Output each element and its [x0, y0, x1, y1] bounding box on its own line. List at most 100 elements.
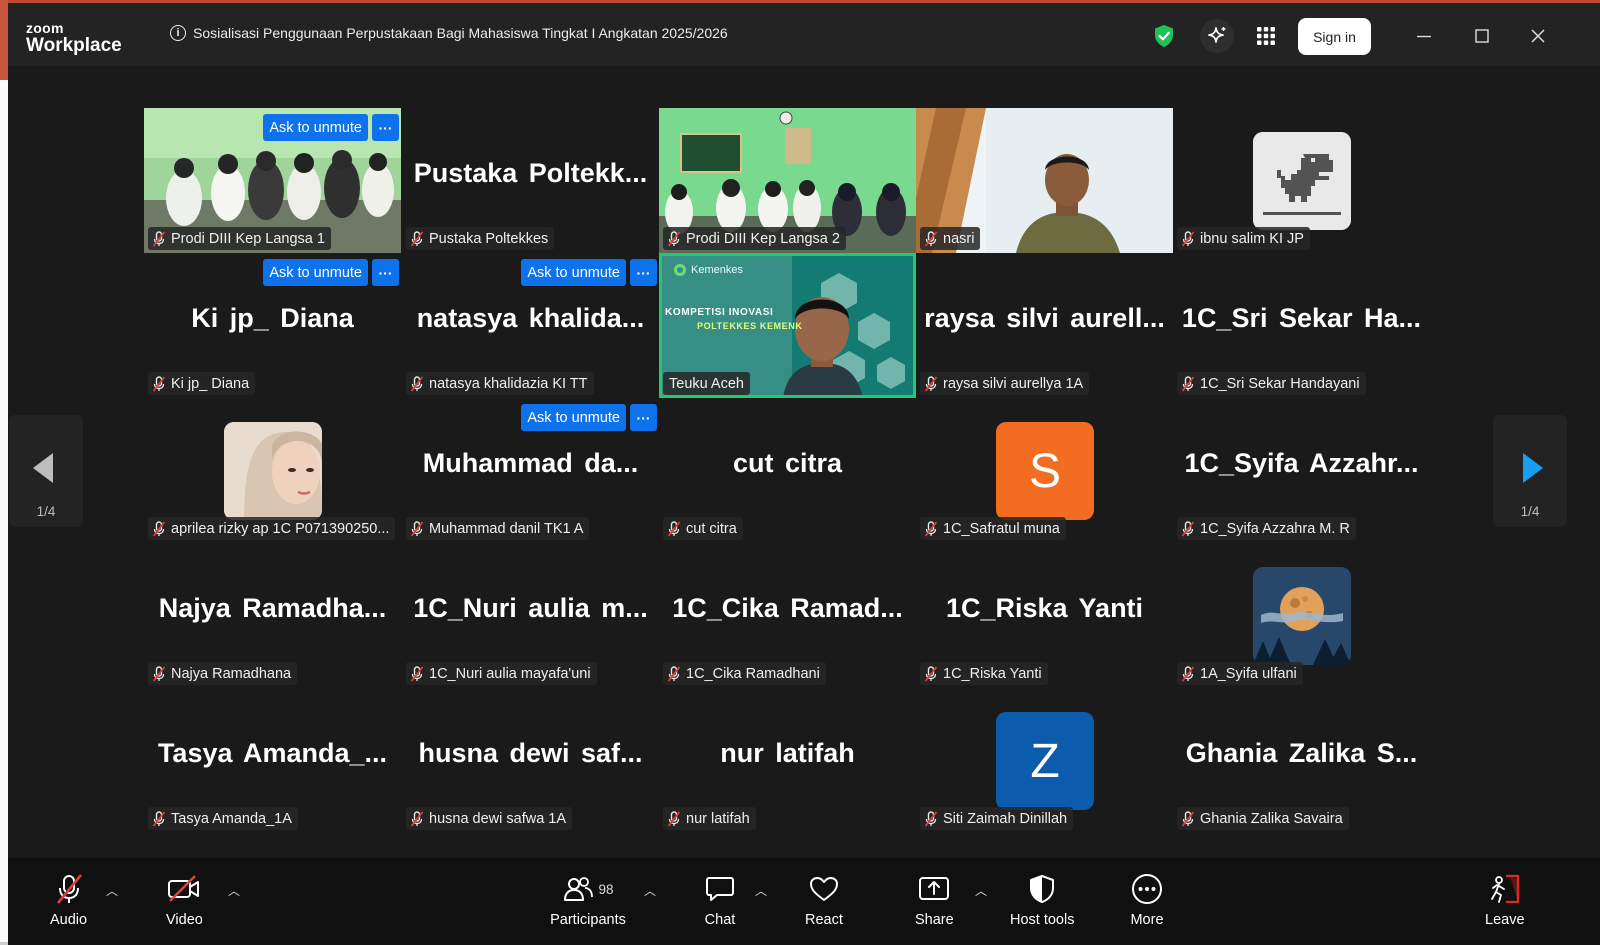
- participant-tile[interactable]: natasya khalida... Ask to unmute ··· nat…: [402, 253, 659, 398]
- participant-name: 1C_Safratul muna: [943, 520, 1060, 537]
- participant-tile[interactable]: Pustaka Poltekk... Pustaka Poltekkes: [402, 108, 659, 253]
- video-options-chevron-up-icon[interactable]: ︿: [228, 882, 240, 899]
- audio-button[interactable]: Audio: [50, 872, 87, 928]
- participant-tile[interactable]: Tasya Amanda_... Tasya Amanda_1A: [144, 688, 401, 833]
- participant-tile[interactable]: 1C_Cika Ramad... 1C_Cika Ramadhani: [659, 543, 916, 688]
- ask-to-unmute-button[interactable]: Ask to unmute: [263, 259, 368, 286]
- mic-muted-icon: [924, 810, 938, 827]
- ask-to-unmute-button[interactable]: Ask to unmute: [263, 114, 368, 141]
- participant-nametag: husna dewi safwa 1A: [406, 807, 573, 830]
- participant-display-name: Pustaka Poltekk...: [413, 158, 648, 188]
- participant-nametag: raysa silvi aurellya 1A: [920, 372, 1090, 395]
- participant-nametag: 1C_Riska Yanti: [920, 662, 1048, 685]
- participant-tile[interactable]: 1C_Syifa Azzahr... 1C_Syifa Azzahra M. R: [1173, 398, 1430, 543]
- participant-name: Muhammad danil TK1 A: [429, 520, 584, 537]
- participant-nametag: Prodi DIII Kep Langsa 2: [663, 227, 846, 250]
- mic-muted-icon: [410, 230, 424, 247]
- sign-in-button[interactable]: Sign in: [1298, 18, 1371, 55]
- tile-more-options-button[interactable]: ···: [630, 404, 657, 431]
- participant-nametag: 1C_Sri Sekar Handayani: [1177, 372, 1366, 395]
- letter-avatar: Z: [996, 712, 1094, 810]
- dinosaur-avatar: [1253, 132, 1351, 230]
- minimize-icon[interactable]: [1409, 21, 1439, 51]
- encryption-shield-icon[interactable]: [1147, 19, 1181, 53]
- participant-tile[interactable]: 1C_Sri Sekar Ha... 1C_Sri Sekar Handayan…: [1173, 253, 1430, 398]
- tile-more-options-button[interactable]: ···: [630, 259, 657, 286]
- mic-muted-icon: [410, 665, 424, 682]
- close-icon[interactable]: [1523, 21, 1553, 51]
- next-page-button[interactable]: 1/4: [1493, 415, 1567, 527]
- host-tools-button[interactable]: Host tools: [1010, 872, 1074, 928]
- mic-muted-icon: [410, 810, 424, 827]
- audio-options-chevron-up-icon[interactable]: ︿: [106, 882, 118, 899]
- participant-tile[interactable]: Muhammad da... Ask to unmute ··· Muhamma…: [402, 398, 659, 543]
- zoom-workplace-logo: zoom Workplace: [26, 21, 122, 55]
- participant-display-name: Ki jp_ Diana: [191, 303, 354, 333]
- participant-tile[interactable]: Najya Ramadha... Najya Ramadhana: [144, 543, 401, 688]
- participant-display-name: natasya khalida...: [416, 303, 645, 333]
- participant-tile[interactable]: Z Siti Zaimah Dinillah: [916, 688, 1173, 833]
- ask-to-unmute-button[interactable]: Ask to unmute: [521, 259, 626, 286]
- participant-tile[interactable]: nasri: [916, 108, 1173, 253]
- participants-icon: [564, 877, 594, 901]
- active-speaker-tile[interactable]: Kemenkes KOMPETISI INOVASI POLTEKKES KEM…: [659, 253, 916, 398]
- react-button[interactable]: React: [805, 872, 843, 928]
- video-button[interactable]: Video: [166, 872, 203, 928]
- participants-label: Participants: [550, 912, 626, 928]
- mic-muted-icon: [667, 665, 681, 682]
- moon-avatar: [1253, 567, 1351, 665]
- participant-nametag: nasri: [920, 227, 981, 250]
- participant-nametag: 1C_Syifa Azzahra M. R: [1177, 517, 1356, 540]
- participant-nametag: aprilea rizky ap 1C P071390250...: [148, 517, 396, 540]
- participant-tile[interactable]: ibnu salim KI JP: [1173, 108, 1430, 253]
- participant-tile[interactable]: cut citra cut citra: [659, 398, 916, 543]
- ask-to-unmute-button[interactable]: Ask to unmute: [521, 404, 626, 431]
- participant-name: 1A_Syifa ulfani: [1200, 665, 1297, 682]
- share-button[interactable]: Share: [915, 872, 954, 928]
- ai-companion-sparkle-icon[interactable]: [1200, 19, 1234, 53]
- mic-muted-icon: [152, 665, 166, 682]
- participants-options-chevron-up-icon[interactable]: ︿: [644, 882, 656, 899]
- host-tools-label: Host tools: [1010, 912, 1075, 928]
- participant-tile[interactable]: 1C_Riska Yanti 1C_Riska Yanti: [916, 543, 1173, 688]
- participants-button[interactable]: 98 Participants: [543, 872, 633, 928]
- participant-tile[interactable]: husna dewi saf... husna dewi safwa 1A: [402, 688, 659, 833]
- banner-title-text: KOMPETISI INOVASI: [665, 307, 774, 318]
- share-options-chevron-up-icon[interactable]: ︿: [975, 882, 987, 899]
- participant-tile[interactable]: Prodi DIII Kep Langsa 2: [659, 108, 916, 253]
- chat-options-chevron-up-icon[interactable]: ︿: [755, 882, 767, 899]
- participant-tile[interactable]: nur latifah nur latifah: [659, 688, 916, 833]
- participant-nametag: Najya Ramadhana: [148, 662, 298, 685]
- mic-muted-icon: [924, 665, 938, 682]
- participant-tile[interactable]: Ki jp_ Diana Ask to unmute ··· Ki jp_ Di…: [144, 253, 401, 398]
- apps-grid-icon[interactable]: [1249, 19, 1283, 53]
- previous-page-button[interactable]: 1/4: [9, 415, 83, 527]
- participant-tile[interactable]: S 1C_Safratul muna: [916, 398, 1173, 543]
- participant-tile[interactable]: Ask to unmute ··· Prodi DIII Kep Langsa …: [144, 108, 401, 253]
- maximize-icon[interactable]: [1467, 21, 1497, 51]
- participant-nametag: ibnu salim KI JP: [1177, 227, 1310, 250]
- participant-tile[interactable]: raysa silvi aurell... raysa silvi aurell…: [916, 253, 1173, 398]
- mic-muted-icon: [924, 520, 938, 537]
- more-button[interactable]: More: [1130, 872, 1164, 928]
- participant-nametag: cut citra: [663, 517, 743, 540]
- meeting-title-text: Sosialisasi Penggunaan Perpustakaan Bagi…: [193, 25, 728, 41]
- participant-name: 1C_Riska Yanti: [943, 665, 1042, 682]
- host-shield-icon: [1030, 875, 1055, 903]
- kemenkes-leaf-icon: [674, 264, 686, 276]
- tile-more-options-button[interactable]: ···: [372, 259, 399, 286]
- chat-button[interactable]: Chat: [703, 872, 737, 928]
- participant-tile[interactable]: aprilea rizky ap 1C P071390250...: [144, 398, 401, 543]
- banner-subtitle-text: POLTEKKES KEMENK: [697, 321, 803, 331]
- info-icon[interactable]: i: [170, 25, 186, 41]
- participant-name: Najya Ramadhana: [171, 665, 292, 682]
- tile-more-options-button[interactable]: ···: [372, 114, 399, 141]
- participant-tile[interactable]: 1A_Syifa ulfani: [1173, 543, 1430, 688]
- participant-tile[interactable]: Ghania Zalika S... Ghania Zalika Savaira: [1173, 688, 1430, 833]
- leave-button[interactable]: Leave: [1485, 872, 1525, 928]
- participant-tile[interactable]: 1C_Nuri aulia m... 1C_Nuri aulia mayafa'…: [402, 543, 659, 688]
- mic-muted-icon: [152, 520, 166, 537]
- video-label: Video: [166, 912, 203, 928]
- participant-name: 1C_Syifa Azzahra M. R: [1200, 520, 1350, 537]
- meeting-title[interactable]: i Sosialisasi Penggunaan Perpustakaan Ba…: [170, 25, 728, 41]
